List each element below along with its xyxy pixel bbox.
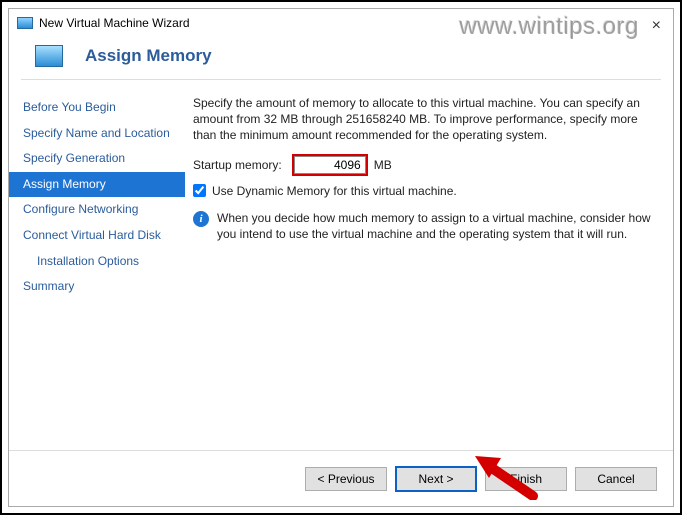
next-button[interactable]: Next > <box>395 466 477 492</box>
info-icon: i <box>193 211 209 227</box>
dynamic-memory-checkbox[interactable] <box>193 184 206 197</box>
sidebar-item-summary[interactable]: Summary <box>9 274 185 300</box>
wizard-steps-sidebar: Before You Begin Specify Name and Locati… <box>9 91 185 450</box>
startup-memory-highlight <box>292 154 368 176</box>
startup-memory-label: Startup memory: <box>193 158 282 172</box>
sidebar-item-configure-networking[interactable]: Configure Networking <box>9 197 185 223</box>
page-title: Assign Memory <box>85 46 212 66</box>
startup-memory-row: Startup memory: MB <box>193 154 655 176</box>
memory-description: Specify the amount of memory to allocate… <box>193 95 655 144</box>
cancel-button[interactable]: Cancel <box>575 467 657 491</box>
sidebar-item-connect-virtual-hard-disk[interactable]: Connect Virtual Hard Disk <box>9 223 185 249</box>
vm-icon <box>17 17 33 29</box>
window-title: New Virtual Machine Wizard <box>39 16 190 30</box>
dynamic-memory-row: Use Dynamic Memory for this virtual mach… <box>193 184 655 198</box>
close-button[interactable]: × <box>652 17 661 35</box>
sidebar-item-assign-memory[interactable]: Assign Memory <box>9 172 185 198</box>
sidebar-item-specify-generation[interactable]: Specify Generation <box>9 146 185 172</box>
sidebar-item-specify-name-location[interactable]: Specify Name and Location <box>9 121 185 147</box>
previous-button[interactable]: < Previous <box>305 467 387 491</box>
startup-memory-unit: MB <box>374 158 392 172</box>
info-row: i When you decide how much memory to ass… <box>193 210 655 242</box>
startup-memory-input[interactable] <box>294 156 366 174</box>
finish-button[interactable]: Finish <box>485 467 567 491</box>
header: Assign Memory <box>9 37 673 79</box>
sidebar-item-before-you-begin[interactable]: Before You Begin <box>9 95 185 121</box>
wizard-monitor-icon <box>35 45 63 67</box>
titlebar: New Virtual Machine Wizard <box>9 9 673 37</box>
dynamic-memory-label: Use Dynamic Memory for this virtual mach… <box>212 184 457 198</box>
info-text: When you decide how much memory to assig… <box>217 210 655 242</box>
footer: < Previous Next > Finish Cancel <box>9 450 673 506</box>
divider <box>21 79 661 80</box>
sidebar-item-installation-options[interactable]: Installation Options <box>9 249 185 275</box>
content-panel: Specify the amount of memory to allocate… <box>185 91 673 450</box>
